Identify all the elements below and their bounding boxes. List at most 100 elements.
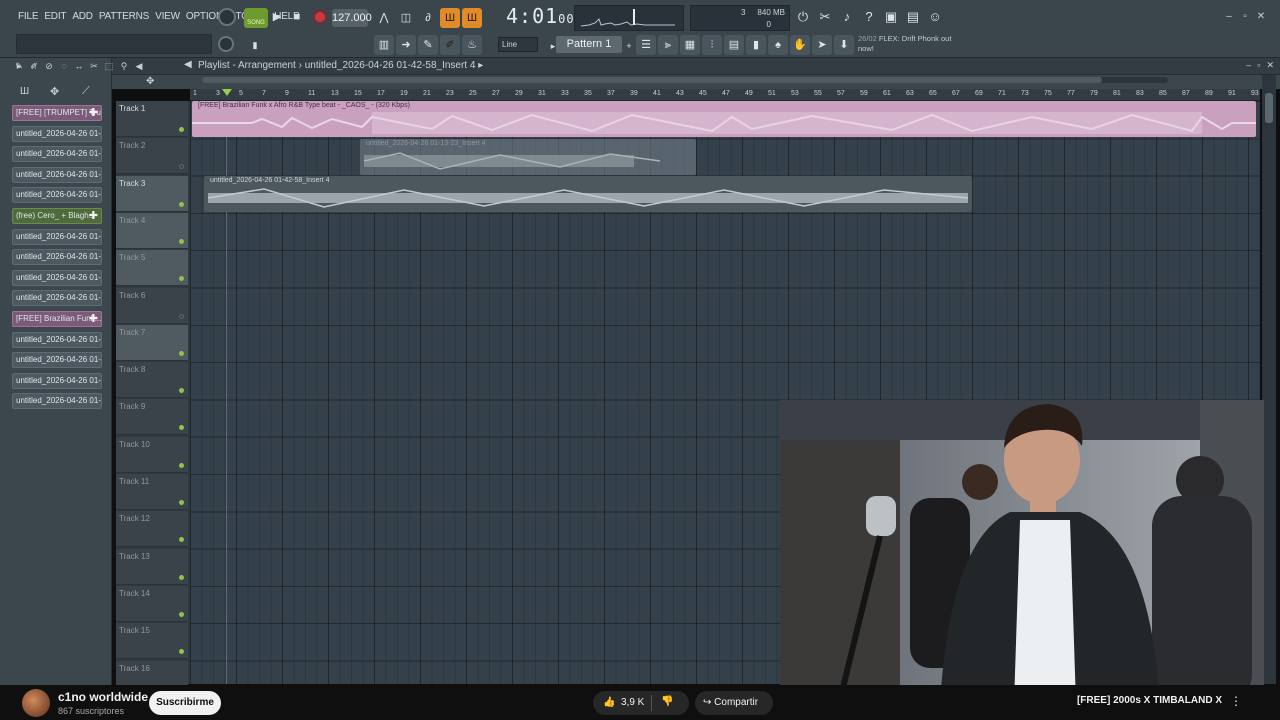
- mixer-icon[interactable]: ⫶: [702, 35, 722, 55]
- play-button[interactable]: ▶: [268, 8, 286, 26]
- track-header[interactable]: Track 4: [116, 212, 188, 249]
- brush-icon[interactable]: ✐: [29, 61, 39, 71]
- slip-icon[interactable]: ↔: [74, 61, 84, 71]
- browser-item[interactable]: untitled_2026-04-26 01-...: [12, 125, 102, 142]
- stepseq-icon[interactable]: ⫸: [658, 35, 678, 55]
- zoom-icon[interactable]: ⚲: [119, 61, 129, 71]
- track-mute-led[interactable]: [179, 649, 184, 655]
- tools-icon[interactable]: ✂: [815, 7, 835, 27]
- minimize-icon[interactable]: –: [1224, 12, 1234, 22]
- song-mode-button[interactable]: SONG: [244, 8, 268, 28]
- track-mute-led[interactable]: [179, 388, 184, 394]
- track-mute-led[interactable]: [179, 500, 184, 505]
- delete-icon[interactable]: ⊘: [44, 61, 54, 71]
- master-pitch-knob[interactable]: [218, 36, 234, 52]
- browser-grid-icon[interactable]: Ш: [20, 86, 29, 97]
- breadcrumb[interactable]: untitled_2026-04-26 01-42-58_Insert 4: [305, 60, 476, 71]
- more-options-icon[interactable]: ⋮: [1230, 694, 1242, 708]
- bell-icon[interactable]: ♨: [462, 35, 482, 55]
- browser-item[interactable]: untitled_2026-04-26 01-...: [12, 228, 102, 245]
- track-mute-led[interactable]: [179, 611, 184, 617]
- browser-item[interactable]: untitled_2026-04-26 01-...: [12, 166, 102, 183]
- playlist-minimize-icon[interactable]: –: [1246, 60, 1251, 71]
- menu-add[interactable]: ADD: [72, 11, 93, 22]
- speaker-icon[interactable]: ◀: [184, 59, 192, 70]
- channel-rack-icon[interactable]: ▤: [724, 35, 744, 55]
- track-header[interactable]: Track 13: [116, 548, 188, 585]
- audio-clip-insert-4[interactable]: untitled_2026-04-26 01-42-58_Insert 4: [204, 176, 972, 212]
- track-header[interactable]: Track 10: [116, 436, 188, 473]
- thumbs-down-icon[interactable]: 👎: [661, 696, 673, 707]
- menu-file[interactable]: FILE: [18, 11, 39, 22]
- browser-item[interactable]: [FREE] Brazilian Funk... ✚: [12, 311, 102, 327]
- playlist-close-icon[interactable]: ✕: [1266, 60, 1274, 71]
- browser-icon[interactable]: ▮: [746, 35, 766, 55]
- like-count[interactable]: 3,9 K: [621, 697, 644, 708]
- track-mute-led[interactable]: [179, 574, 184, 580]
- track-mute-led[interactable]: [179, 350, 184, 356]
- track-header[interactable]: Track 11: [116, 474, 188, 510]
- countdown-icon[interactable]: ∂: [418, 8, 438, 28]
- playback-marker-icon[interactable]: [222, 89, 232, 96]
- track-header[interactable]: Track 7: [116, 324, 188, 361]
- playback-icon[interactable]: ◀: [134, 61, 144, 71]
- timeline-ruler[interactable]: 1 3 5 7 9 11 13 15 17 19 21 23 25 27 29 31 33 35 37 39 41 43 4…: [190, 89, 1260, 101]
- add-icon[interactable]: ✚: [89, 209, 98, 223]
- record-button[interactable]: [313, 10, 327, 24]
- browser-item[interactable]: untitled_2026-04-26 01-...: [12, 393, 102, 410]
- track-header[interactable]: Track 9: [116, 399, 188, 436]
- track-mute-led[interactable]: [179, 537, 184, 543]
- plugin-icon[interactable]: ♠: [768, 35, 788, 55]
- metronome-icon[interactable]: ⋀: [374, 8, 394, 28]
- channel-avatar[interactable]: [22, 689, 50, 717]
- touch-icon[interactable]: ✋: [790, 35, 810, 55]
- track-header[interactable]: Track 14: [116, 585, 188, 622]
- track-header[interactable]: Track 3: [116, 175, 188, 212]
- vertical-scroll-thumb[interactable]: [1265, 93, 1273, 123]
- piano-roll-icon[interactable]: ▥: [374, 35, 394, 55]
- browser-move-icon[interactable]: ✥: [50, 85, 59, 98]
- browser-item[interactable]: [FREE] [TRUMPET] Tru... ✚: [12, 105, 102, 121]
- render-icon[interactable]: ▤: [903, 7, 923, 27]
- loop-record-icon[interactable]: Ш: [462, 8, 482, 28]
- save-icon[interactable]: ▣: [881, 7, 901, 27]
- track-header[interactable]: Track 5: [116, 250, 188, 287]
- pattern-add-icon[interactable]: +: [620, 37, 638, 55]
- browser-item[interactable]: untitled_2026-04-26 01-...: [12, 352, 102, 369]
- share-button[interactable]: ↪ Compartir: [695, 691, 773, 715]
- news-panel[interactable]: 26/02 FLEX: Drift Phonk out now!: [858, 34, 968, 56]
- browser-item[interactable]: untitled_2026-04-26 01-...: [12, 372, 102, 389]
- stop-button[interactable]: ■: [288, 8, 306, 26]
- track-mute-led[interactable]: [179, 127, 184, 132]
- browser-item[interactable]: untitled_2026-04-26 01-...: [12, 290, 102, 307]
- playlist-restore-icon[interactable]: ▫: [1257, 60, 1260, 71]
- track-header[interactable]: Track 1: [116, 101, 188, 137]
- download-icon[interactable]: ⬇: [834, 35, 854, 55]
- track-mute-led[interactable]: [179, 164, 184, 170]
- next-video-title[interactable]: [FREE] 2000s X TIMBALAND X: [1077, 695, 1222, 706]
- track-mute-led[interactable]: [179, 425, 184, 431]
- vertical-scrollbar[interactable]: [1262, 75, 1276, 684]
- browser-item[interactable]: untitled_2026-04-26 01-...: [12, 269, 102, 286]
- pitch-slider-icon[interactable]: ▮: [246, 36, 264, 54]
- breadcrumb-arrow-icon[interactable]: ▸: [478, 60, 483, 71]
- track-header[interactable]: Track 12: [116, 511, 188, 548]
- tempo-display[interactable]: 127.000: [332, 9, 372, 27]
- close-icon[interactable]: ✕: [1256, 12, 1266, 22]
- menu-patterns[interactable]: PATTERNS: [99, 11, 149, 22]
- browser-link-icon[interactable]: ⟋: [82, 85, 90, 98]
- move-icon[interactable]: ✥: [146, 76, 154, 87]
- menu-edit[interactable]: EDIT: [44, 11, 66, 22]
- slice-icon[interactable]: ✂: [89, 61, 99, 71]
- restore-icon[interactable]: ▫: [1240, 12, 1250, 22]
- marker-icon[interactable]: ➤: [812, 35, 832, 55]
- audio-clip-insert-4-early[interactable]: untitled_2026-04-26 01-13-23_Insert 4: [360, 139, 696, 175]
- browser-item[interactable]: untitled_2026-04-26 01-...: [12, 187, 102, 204]
- menu-view[interactable]: VIEW: [155, 11, 180, 22]
- add-icon[interactable]: ✚: [89, 106, 98, 120]
- track-mute-led[interactable]: [179, 462, 184, 468]
- track-header[interactable]: Track 6: [116, 287, 188, 324]
- track-mute-led[interactable]: [179, 238, 184, 244]
- snap-select[interactable]: Line: [498, 37, 538, 52]
- thumbs-up-icon[interactable]: 👍: [603, 697, 615, 708]
